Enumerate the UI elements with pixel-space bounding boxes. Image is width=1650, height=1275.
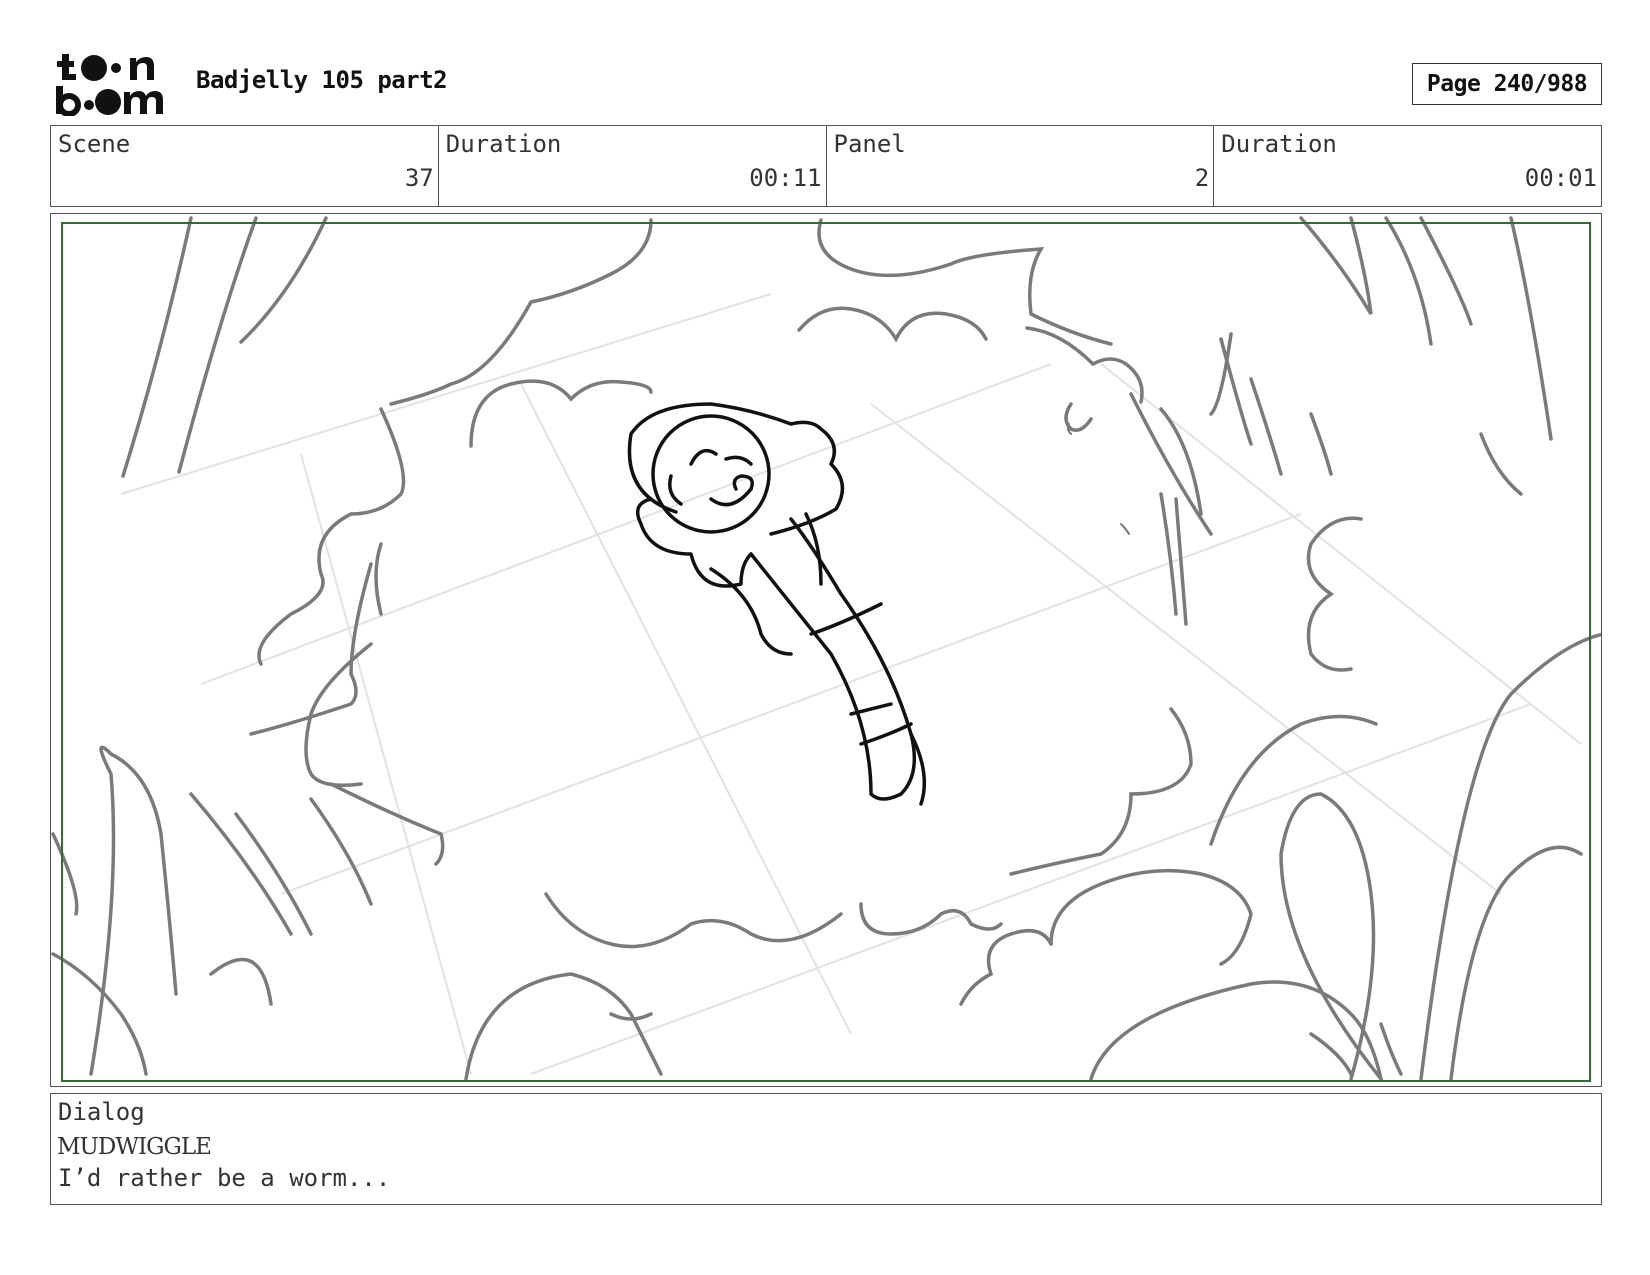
scene-value: 37 (404, 164, 434, 192)
scene-cell: Scene 37 (51, 126, 439, 206)
panel-sketch (51, 216, 1601, 1081)
document-title: Badjelly 105 part2 (196, 66, 448, 94)
scene-label: Scene (58, 130, 131, 158)
scene-info-row: Scene 37 Duration 00:11 Panel 2 Duration… (50, 125, 1602, 207)
dialog-label: Dialog (58, 1098, 145, 1126)
scene-duration-cell: Duration 00:11 (439, 126, 827, 206)
panel-duration-value: 00:01 (1524, 164, 1597, 192)
scene-duration-value: 00:11 (749, 164, 822, 192)
storyboard-panel (50, 213, 1602, 1087)
toon-boom-logo (54, 52, 172, 117)
panel-duration-label: Duration (1221, 130, 1337, 158)
panel-value: 2 (1194, 164, 1210, 192)
toon-boom-logo-icon (56, 54, 163, 117)
dialog-speaker: MUDWIGGLE (57, 1134, 212, 1160)
dialog-line: I’d rather be a worm... (58, 1164, 391, 1192)
panel-duration-cell: Duration 00:01 (1214, 126, 1601, 206)
panel-cell: Panel 2 (827, 126, 1215, 206)
scene-duration-label: Duration (445, 130, 562, 158)
worm-character-sketch (627, 402, 927, 806)
perspective-grid (120, 293, 1582, 1075)
dialog-box: Dialog MUDWIGGLE I’d rather be a worm... (50, 1093, 1602, 1205)
page-indicator: Page 240/988 (1412, 63, 1602, 105)
panel-label: Panel (833, 130, 906, 158)
